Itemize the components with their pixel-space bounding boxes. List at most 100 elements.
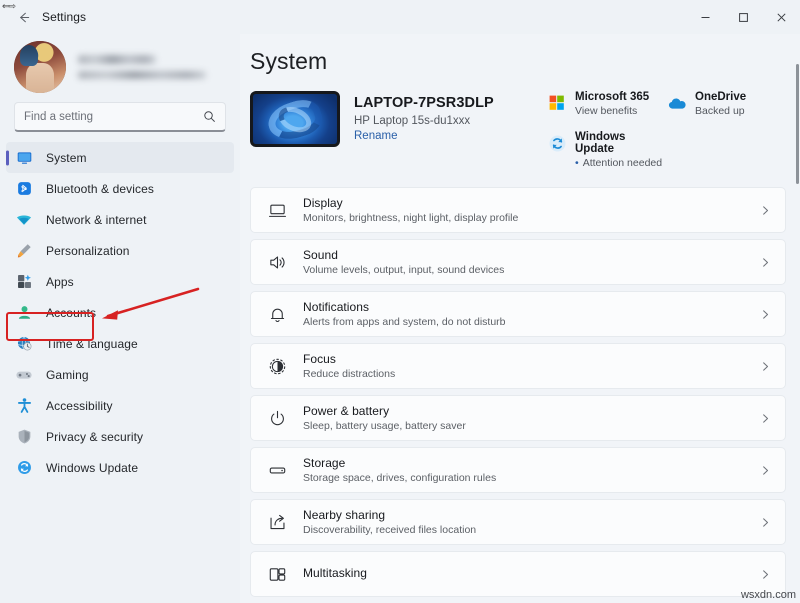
sidebar-item-network-internet[interactable]: Network & internet xyxy=(6,204,234,235)
card-sub: Volume levels, output, input, sound devi… xyxy=(303,264,505,276)
minimize-button[interactable] xyxy=(686,0,724,34)
sidebar-item-label: Accessibility xyxy=(46,398,113,413)
sidebar-item-privacy-security[interactable]: Privacy & security xyxy=(6,421,234,452)
shield-icon xyxy=(14,427,34,447)
sidebar-nav: System Bluetooth & devices Network & int… xyxy=(0,142,240,483)
status-sub: Attention needed xyxy=(575,157,666,169)
chevron-right-icon xyxy=(760,517,773,528)
maximize-button[interactable] xyxy=(724,0,762,34)
sidebar-item-label: Privacy & security xyxy=(46,429,144,444)
status-title: Microsoft 365 xyxy=(575,91,650,103)
sidebar-item-label: System xyxy=(46,150,87,165)
card-title: Sound xyxy=(303,248,338,262)
bell-icon xyxy=(265,302,289,326)
chevron-right-icon xyxy=(760,309,773,320)
sidebar-item-label: Network & internet xyxy=(46,212,147,227)
profile-text xyxy=(78,55,206,79)
search-box[interactable] xyxy=(14,102,226,132)
close-icon xyxy=(776,12,786,22)
settings-card-display[interactable]: Display Monitors, brightness, night ligh… xyxy=(250,187,786,233)
close-button[interactable] xyxy=(762,0,800,34)
resize-cursor-icon: ⇐⇨ xyxy=(2,1,16,11)
card-text: Focus Reduce distractions xyxy=(303,352,760,380)
bluetooth-icon xyxy=(14,179,34,199)
scrollbar-thumb[interactable] xyxy=(796,64,799,184)
sidebar-item-label: Personalization xyxy=(46,243,130,258)
chevron-right-icon xyxy=(760,413,773,424)
back-arrow-icon xyxy=(19,12,29,22)
sidebar-item-label: Windows Update xyxy=(46,460,139,475)
window-controls xyxy=(686,0,800,34)
sidebar-item-time-language[interactable]: Time & language xyxy=(6,328,234,359)
sidebar-item-label: Bluetooth & devices xyxy=(46,181,154,196)
device-name: LAPTOP-7PSR3DLP xyxy=(354,95,494,111)
page-title: System xyxy=(250,48,328,74)
status-item-microsoft-365[interactable]: Microsoft 365 View benefits xyxy=(546,91,666,117)
settings-card-power-battery[interactable]: Power & battery Sleep, battery usage, ba… xyxy=(250,395,786,441)
card-sub: Reduce distractions xyxy=(303,368,396,380)
title-bar: ⇐⇨ Settings xyxy=(0,0,800,34)
maximize-icon xyxy=(738,12,748,22)
card-sub: Discoverability, received files location xyxy=(303,524,477,536)
sidebar-item-gaming[interactable]: Gaming xyxy=(6,359,234,390)
window-body: System Bluetooth & devices xyxy=(0,34,800,603)
status-sub: Backed up xyxy=(695,105,745,117)
display-icon xyxy=(265,198,289,222)
update-icon xyxy=(14,458,34,478)
chevron-right-icon xyxy=(760,361,773,372)
sidebar-item-accounts[interactable]: Accounts xyxy=(6,297,234,328)
card-text: Storage Storage space, drives, configura… xyxy=(303,456,760,484)
watermark: wsxdn.com xyxy=(740,589,796,601)
card-sub: Sleep, battery usage, battery saver xyxy=(303,420,466,432)
gamepad-icon xyxy=(14,365,34,385)
card-text: Nearby sharing Discoverability, received… xyxy=(303,508,760,536)
card-text: Power & battery Sleep, battery usage, ba… xyxy=(303,404,760,432)
card-title: Notifications xyxy=(303,300,370,314)
share-icon xyxy=(265,510,289,534)
search-icon[interactable] xyxy=(203,110,216,123)
chevron-right-icon xyxy=(760,257,773,268)
card-title: Storage xyxy=(303,456,346,470)
status-item-onedrive[interactable]: OneDrive Backed up xyxy=(666,91,786,117)
settings-window: ⇐⇨ Settings Find a setting System Blueto… xyxy=(0,0,800,603)
onedrive-cloud-icon xyxy=(666,92,688,114)
apps-icon xyxy=(14,272,34,292)
card-title: Nearby sharing xyxy=(303,508,386,522)
profile-block[interactable] xyxy=(0,34,240,100)
settings-card-notifications[interactable]: Notifications Alerts from apps and syste… xyxy=(250,291,786,337)
sidebar-item-apps[interactable]: Apps xyxy=(6,266,234,297)
settings-card-list: Display Monitors, brightness, night ligh… xyxy=(250,187,800,597)
profile-name xyxy=(78,55,156,64)
clock-globe-icon xyxy=(14,334,34,354)
chevron-right-icon xyxy=(760,465,773,476)
sidebar-item-label: Gaming xyxy=(46,367,89,382)
settings-card-nearby-sharing[interactable]: Nearby sharing Discoverability, received… xyxy=(250,499,786,545)
monitor-icon xyxy=(14,148,34,168)
status-cluster: Microsoft 365 View benefits OneDrive Bac… xyxy=(546,91,786,183)
person-icon xyxy=(14,303,34,323)
card-title: Display xyxy=(303,196,343,210)
profile-email xyxy=(78,71,206,79)
sidebar-item-personalization[interactable]: Personalization xyxy=(6,235,234,266)
settings-card-multitasking[interactable]: Multitasking xyxy=(250,551,786,597)
wifi-icon xyxy=(14,210,34,230)
status-item-windows-update[interactable]: Windows Update Attention needed xyxy=(546,131,666,169)
card-title: Power & battery xyxy=(303,404,390,418)
settings-card-focus[interactable]: Focus Reduce distractions xyxy=(250,343,786,389)
sidebar-item-accessibility[interactable]: Accessibility xyxy=(6,390,234,421)
vertical-scrollbar[interactable] xyxy=(796,56,799,603)
search-input[interactable] xyxy=(24,110,203,123)
accessibility-icon xyxy=(14,396,34,416)
settings-card-storage[interactable]: Storage Storage space, drives, configura… xyxy=(250,447,786,493)
main-content: System LAPTOP-7PSR3DLP HP Laptop 15s-du1… xyxy=(240,34,800,603)
sidebar-item-system[interactable]: System xyxy=(6,142,234,173)
rename-link[interactable]: Rename xyxy=(354,130,494,142)
sidebar-item-bluetooth-devices[interactable]: Bluetooth & devices xyxy=(6,173,234,204)
card-title: Multitasking xyxy=(303,566,367,580)
update-icon xyxy=(546,132,568,154)
window-title: Settings xyxy=(42,10,87,24)
sidebar-item-windows-update[interactable]: Windows Update xyxy=(6,452,234,483)
settings-card-sound[interactable]: Sound Volume levels, output, input, soun… xyxy=(250,239,786,285)
status-sub: View benefits xyxy=(575,105,638,117)
chevron-right-icon xyxy=(760,205,773,216)
